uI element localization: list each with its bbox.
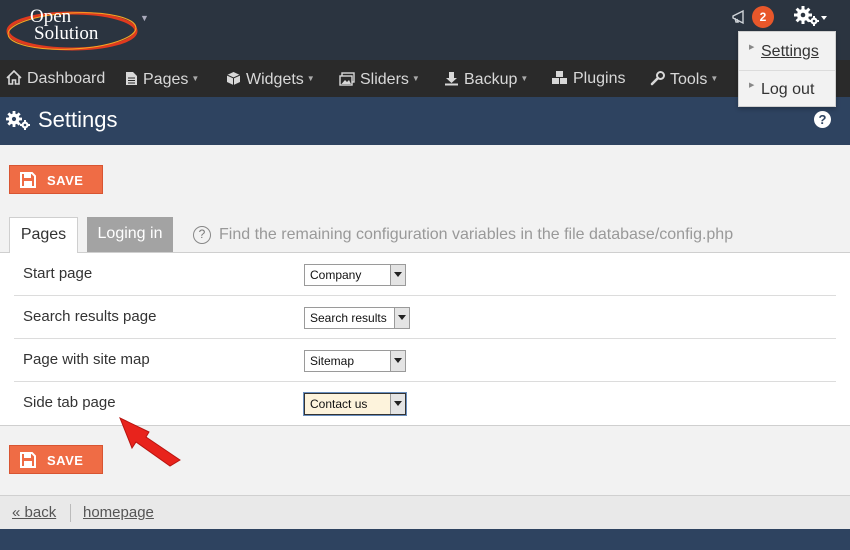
config-info-label: Find the remaining configuration variabl…	[219, 226, 734, 243]
chevron-down-icon: ▼	[306, 74, 315, 83]
brand-line2: Solution	[34, 23, 99, 44]
config-info-text: ? Find the remaining configuration variab…	[193, 226, 733, 244]
select-value: Company	[310, 268, 362, 282]
chevron-down-icon: ▼	[520, 74, 529, 83]
gears-icon	[794, 6, 827, 26]
nav-widgets-label: Widgets	[246, 71, 304, 88]
file-icon	[126, 72, 137, 85]
top-bar: Open Solution ▼ 2	[0, 0, 850, 60]
nav-tools-label: Tools	[670, 71, 708, 88]
cube-icon	[226, 72, 241, 85]
nav-sliders-label: Sliders	[360, 71, 409, 88]
save-button-top[interactable]: SAVE	[9, 165, 103, 194]
user-menu-toggle[interactable]	[794, 4, 834, 30]
menu-item-settings-label: Settings	[761, 43, 819, 60]
nav-backup[interactable]: Backup ▼	[444, 60, 528, 97]
tab-pages[interactable]: Pages	[9, 217, 78, 253]
annotation-arrow	[119, 416, 181, 467]
menu-item-settings[interactable]: ▶ Settings	[739, 34, 835, 70]
bottom-bar	[0, 529, 850, 550]
save-button-label: SAVE	[47, 173, 84, 188]
select-value: Search results	[310, 311, 387, 325]
gears-icon	[6, 111, 30, 130]
footer-divider	[70, 504, 71, 522]
settings-row-label: Side tab page	[23, 394, 116, 411]
help-button[interactable]: ?	[814, 111, 831, 128]
brand-chevron-down-icon[interactable]: ▼	[140, 13, 149, 23]
save-button-label: SAVE	[47, 453, 84, 468]
side-tab-page-select[interactable]: Contact us	[304, 393, 406, 415]
notifications-button[interactable]: 2	[731, 6, 775, 28]
dropdown-arrow-icon	[390, 351, 405, 371]
notification-count-badge: 2	[752, 6, 774, 28]
question-circle-icon: ?	[193, 226, 211, 244]
nav-dashboard[interactable]: Dashboard	[6, 60, 105, 97]
settings-row-label: Start page	[23, 265, 93, 282]
search-results-page-select[interactable]: Search results	[304, 307, 410, 329]
download-icon	[445, 72, 458, 86]
user-dropdown-menu: ▶ Settings ▶ Log out	[738, 31, 836, 107]
chevron-down-icon: ▼	[710, 74, 719, 83]
nav-dashboard-label: Dashboard	[27, 70, 106, 87]
nav-plugins[interactable]: Plugins	[551, 60, 625, 97]
tab-login[interactable]: Loging in	[87, 217, 173, 252]
back-link[interactable]: « back	[12, 504, 56, 521]
menu-item-logout-label: Log out	[761, 81, 815, 98]
nav-pages[interactable]: Pages ▼	[125, 60, 199, 97]
caret-right-icon: ▶	[749, 82, 755, 89]
chevron-down-icon: ▼	[411, 74, 420, 83]
menu-divider	[739, 70, 835, 71]
dropdown-arrow-icon	[390, 394, 405, 414]
menu-item-logout[interactable]: ▶ Log out	[739, 72, 835, 108]
nav-pages-label: Pages	[143, 71, 189, 88]
images-icon	[339, 72, 355, 86]
site-map-page-select[interactable]: Sitemap	[304, 350, 406, 372]
nav-plugins-label: Plugins	[573, 70, 626, 87]
brand-logo[interactable]: Open Solution	[4, 2, 139, 52]
settings-row-start-page: Start page Company	[14, 253, 836, 296]
dropdown-arrow-icon	[390, 265, 405, 285]
wrench-icon	[650, 71, 665, 86]
start-page-select[interactable]: Company	[304, 264, 406, 286]
settings-row-label: Page with site map	[23, 351, 150, 368]
page-header: Settings ?	[0, 97, 850, 145]
settings-row-site-map: Page with site map Sitemap	[14, 339, 836, 382]
nav-widgets[interactable]: Widgets ▼	[226, 60, 315, 97]
settings-panel: Start page Company Search results page S…	[0, 252, 850, 426]
caret-right-icon: ▶	[749, 44, 755, 51]
save-button-bottom[interactable]: SAVE	[9, 445, 103, 474]
chevron-down-icon: ▼	[191, 74, 200, 83]
floppy-disk-icon	[20, 452, 36, 468]
floppy-disk-icon	[20, 172, 36, 188]
page-title: Settings	[38, 107, 118, 132]
select-value: Sitemap	[310, 354, 355, 368]
main-nav: Dashboard Pages ▼ Widgets ▼ Sliders ▼ Backu…	[0, 60, 850, 97]
settings-row-label: Search results page	[23, 308, 157, 325]
home-icon	[6, 69, 22, 85]
megaphone-icon	[732, 9, 744, 25]
homepage-link[interactable]: homepage	[83, 504, 154, 521]
settings-row-search-results: Search results page Search results	[14, 296, 836, 339]
cubes-icon	[552, 71, 567, 84]
nav-backup-label: Backup	[464, 71, 518, 88]
dropdown-arrow-icon	[394, 308, 409, 328]
footer-links: « back homepage	[0, 495, 850, 529]
select-value: Contact us	[310, 397, 368, 411]
nav-sliders[interactable]: Sliders ▼	[339, 60, 420, 97]
nav-tools[interactable]: Tools ▼	[650, 60, 718, 97]
